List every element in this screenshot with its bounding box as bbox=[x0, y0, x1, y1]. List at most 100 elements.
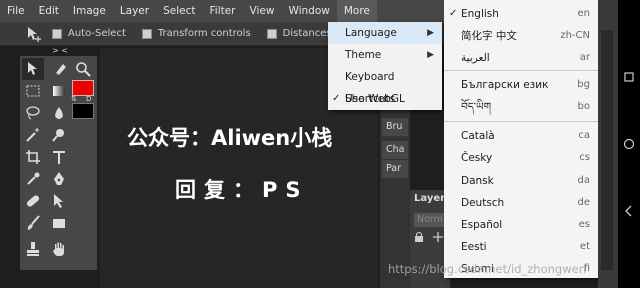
zoom-tool-button[interactable] bbox=[72, 58, 94, 80]
transform-controls-option[interactable]: Transform controls bbox=[141, 28, 251, 39]
language-option-ar[interactable]: العربية ar bbox=[444, 47, 598, 69]
recent-apps-icon[interactable] bbox=[622, 70, 636, 84]
swap-colors-icon[interactable]: ⇅ bbox=[71, 95, 77, 103]
language-option-bo[interactable]: བོད་ཡིག bo bbox=[444, 96, 598, 118]
menu-separator bbox=[444, 70, 598, 71]
language-label: Language bbox=[345, 27, 397, 39]
menu-file[interactable]: File bbox=[0, 0, 32, 22]
path-select-tool-button[interactable] bbox=[48, 190, 70, 212]
menu-window[interactable]: Window bbox=[281, 0, 336, 22]
move-tool-button[interactable] bbox=[22, 58, 44, 80]
menu-item-theme[interactable]: Theme ▶ bbox=[328, 44, 442, 66]
checkmark-icon: ✓ bbox=[332, 93, 341, 104]
wand-tool-button[interactable] bbox=[22, 124, 44, 146]
magnifier-icon bbox=[76, 62, 91, 77]
menu-image[interactable]: Image bbox=[66, 0, 113, 22]
lock-icon[interactable] bbox=[413, 231, 425, 243]
bandage-icon bbox=[26, 195, 40, 207]
foreground-color-swatch[interactable] bbox=[72, 80, 94, 96]
distances-checkbox[interactable] bbox=[266, 28, 277, 39]
submenu-arrow-icon: ▶ bbox=[427, 28, 434, 38]
menu-item-language[interactable]: Language ▶ bbox=[328, 22, 442, 44]
type-tool-button[interactable] bbox=[48, 146, 70, 168]
back-icon[interactable] bbox=[622, 204, 636, 218]
panel-tab-paragraph[interactable]: Par bbox=[382, 160, 408, 178]
brush-icon bbox=[27, 215, 40, 230]
blend-mode-select[interactable]: Norm bbox=[414, 213, 446, 227]
language-option-de[interactable]: Deutsch de bbox=[444, 192, 598, 214]
dodge-tool-button[interactable] bbox=[48, 124, 70, 146]
language-name: Català bbox=[461, 130, 495, 142]
panel-tab-brush[interactable]: Bru bbox=[382, 118, 408, 136]
move-tool-icon bbox=[28, 26, 41, 42]
theme-label: Theme bbox=[345, 49, 382, 61]
menu-view[interactable]: View bbox=[243, 0, 282, 22]
default-colors-button[interactable]: D bbox=[86, 95, 91, 103]
language-code: zh-CN bbox=[560, 30, 590, 41]
scrollbar[interactable] bbox=[601, 30, 613, 270]
brush-tool-button[interactable] bbox=[22, 212, 44, 234]
crop-tool-button[interactable] bbox=[22, 146, 44, 168]
move-icon bbox=[28, 62, 37, 75]
distances-option[interactable]: Distances bbox=[266, 28, 332, 39]
menu-select[interactable]: Select bbox=[156, 0, 202, 22]
menu-edit[interactable]: Edit bbox=[32, 0, 66, 22]
overlay-caption-line2: 回复：PS bbox=[175, 178, 309, 202]
toolbar-grip[interactable]: > < bbox=[52, 46, 68, 55]
language-code: de bbox=[577, 197, 591, 208]
lasso-tool-button[interactable] bbox=[22, 102, 44, 124]
transform-controls-checkbox[interactable] bbox=[141, 28, 152, 39]
language-code: en bbox=[577, 8, 591, 19]
eyedropper-tool-button[interactable] bbox=[22, 168, 44, 190]
stamp-tool-button[interactable] bbox=[22, 238, 44, 260]
language-option-cs[interactable]: Česky cs bbox=[444, 147, 598, 169]
auto-select-option[interactable]: Auto-Select bbox=[52, 28, 126, 39]
language-option-da[interactable]: Dansk da bbox=[444, 170, 598, 192]
language-name: English bbox=[461, 8, 499, 20]
language-option-zh-cn[interactable]: 简化字 中文 zh-CN bbox=[444, 25, 598, 47]
language-name: Dansk bbox=[461, 175, 494, 187]
language-option-et[interactable]: Eesti et bbox=[444, 236, 598, 258]
pen-icon bbox=[54, 172, 64, 185]
language-code: bg bbox=[577, 79, 590, 90]
gradient-tool-button[interactable] bbox=[48, 80, 70, 102]
auto-select-checkbox[interactable] bbox=[52, 28, 62, 39]
overlay-caption-line1: 公众号：Aliwen小栈 bbox=[127, 126, 333, 150]
language-option-es[interactable]: Español es bbox=[444, 214, 598, 236]
menu-more[interactable]: More bbox=[336, 0, 377, 22]
magic-wand-icon bbox=[26, 128, 39, 142]
dodge-icon bbox=[52, 129, 64, 142]
stamp-icon bbox=[27, 242, 39, 256]
shape-tool-button[interactable] bbox=[48, 212, 70, 234]
lock-position-icon[interactable] bbox=[432, 231, 444, 243]
eraser-icon bbox=[55, 64, 66, 76]
marquee-tool-button[interactable] bbox=[22, 80, 44, 102]
hand-tool-button[interactable] bbox=[48, 238, 70, 260]
eraser-tool-button[interactable] bbox=[48, 58, 70, 80]
language-submenu: ✓ English en 简化字 中文 zh-CN العربية ar Бъл… bbox=[444, 0, 598, 278]
language-option-en[interactable]: ✓ English en bbox=[444, 3, 598, 25]
healing-tool-button[interactable] bbox=[22, 190, 44, 212]
language-name: Česky bbox=[461, 152, 493, 164]
panel-tab-channels[interactable]: Cha bbox=[382, 141, 408, 159]
pen-tool-button[interactable] bbox=[48, 168, 70, 190]
blur-tool-button[interactable] bbox=[48, 102, 70, 124]
source-watermark: https://blog.csdn.net/id_zhongwen bbox=[388, 262, 586, 276]
panel-scroll-strip bbox=[598, 0, 618, 288]
language-option-ca[interactable]: Català ca bbox=[444, 125, 598, 147]
eyedropper-icon bbox=[27, 172, 40, 185]
menu-item-keyboard-shortcuts[interactable]: Keyboard Shortcuts bbox=[328, 66, 442, 105]
background-color-swatch[interactable] bbox=[72, 103, 94, 119]
language-code: es bbox=[578, 219, 590, 230]
language-name: Eesti bbox=[461, 241, 487, 253]
menu-filter[interactable]: Filter bbox=[203, 0, 243, 22]
system-nav-bar bbox=[618, 0, 640, 288]
submenu-arrow-icon: ▶ bbox=[427, 50, 434, 60]
menu-layer[interactable]: Layer bbox=[113, 0, 156, 22]
checkmark-icon: ✓ bbox=[449, 8, 458, 19]
menu-item-use-webgl[interactable]: ✓ Use WebGL bbox=[328, 88, 442, 110]
droplet-icon bbox=[55, 107, 63, 119]
language-option-bg[interactable]: Български език bg bbox=[444, 74, 598, 96]
home-icon[interactable] bbox=[622, 137, 636, 151]
language-name: Deutsch bbox=[461, 197, 505, 209]
